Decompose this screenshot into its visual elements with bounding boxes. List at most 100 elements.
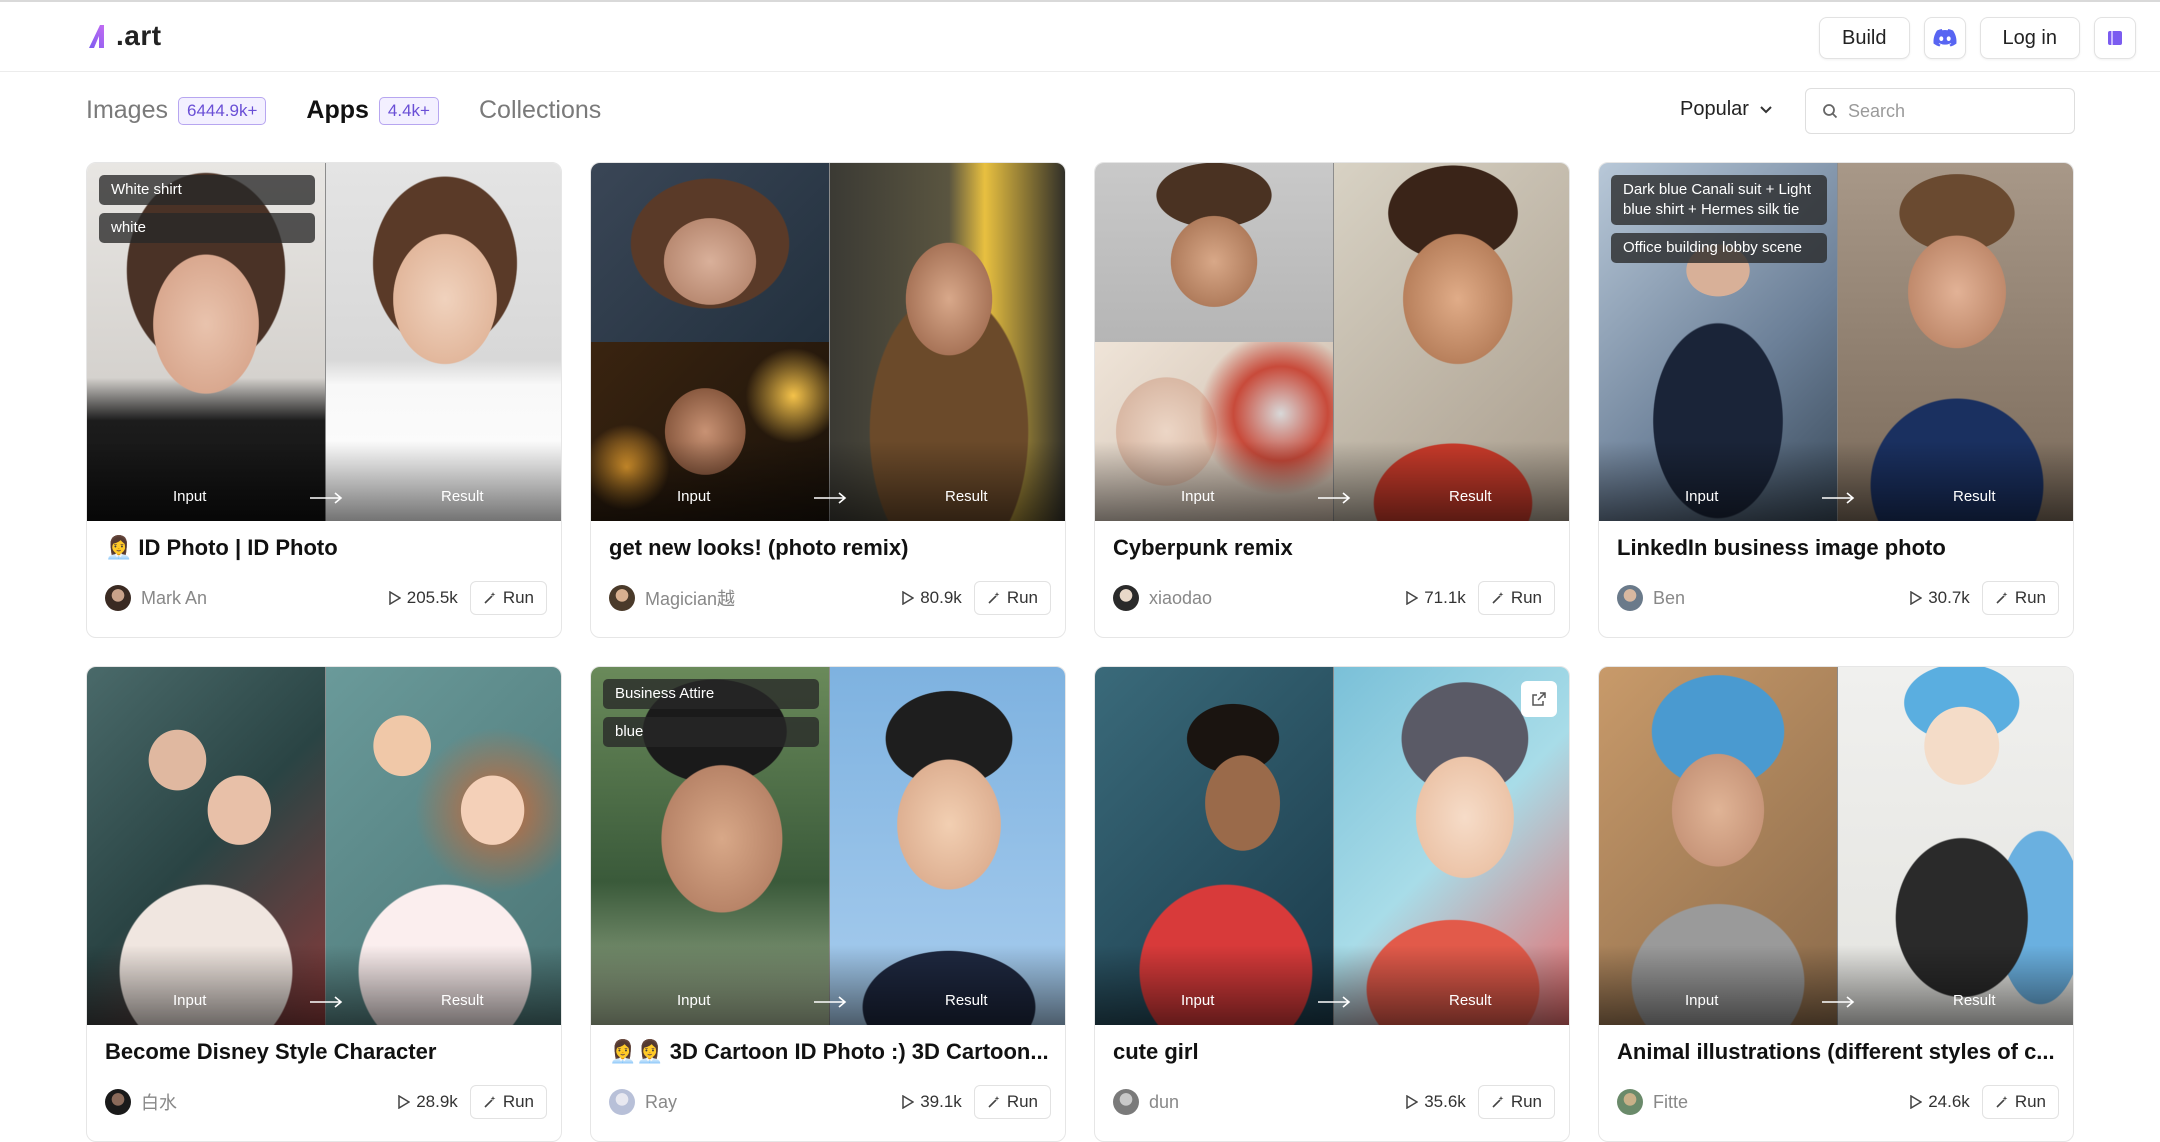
wand-icon [988,1096,1000,1108]
run-button[interactable]: Run [1477,581,1555,615]
open-external-button[interactable] [1521,681,1557,717]
run-button[interactable]: Run [1981,1085,2059,1119]
prompt-tags: Dark blue Canali suit + Light blue shirt… [1611,175,1827,263]
author-name[interactable]: Ben [1653,588,1910,609]
author-name[interactable]: Mark An [141,588,389,609]
arrow-right-icon [1318,492,1351,504]
logo-icon [89,25,104,48]
app-card[interactable]: White shirt white Input Result 👩‍💼 ID Pho… [86,162,562,638]
tab-collections[interactable]: Collections [479,96,601,125]
author-name[interactable]: dun [1149,1092,1406,1113]
discord-icon [1933,29,1957,47]
preview-image: Input Result [1599,667,2073,1025]
input-label: Input [677,992,711,1009]
prompt-tags: Business Attire blue [603,679,819,747]
result-label: Result [945,992,988,1009]
avatar[interactable] [105,1089,131,1115]
preview-image: Input Result [591,163,1065,521]
arrow-right-icon [1822,492,1855,504]
wand-icon [1996,592,2008,604]
search-input[interactable] [1848,100,2048,122]
prompt-tag: Dark blue Canali suit + Light blue shirt… [1611,175,1827,225]
app-card[interactable]: Business Attire blue Input Result 👩‍💼👩‍💼… [590,666,1066,1142]
run-button[interactable]: Run [973,1085,1051,1119]
wand-icon [484,1096,496,1108]
run-button[interactable]: Run [973,581,1051,615]
search-box[interactable] [1805,88,2075,134]
tab-images[interactable]: Images 6444.9k+ [86,96,267,125]
prompt-tags: White shirt white [99,175,315,243]
run-button[interactable]: Run [469,1085,547,1119]
logo[interactable]: .art [86,20,162,52]
play-count: 80.9k [902,588,962,608]
card-title: Animal illustrations (different styles o… [1617,1039,2055,1064]
play-icon [1406,591,1419,605]
result-label: Result [441,488,484,505]
sort-dropdown[interactable]: Popular [1680,98,1773,121]
preview-image: Dark blue Canali suit + Light blue shirt… [1599,163,2073,521]
build-button[interactable]: Build [1819,17,1910,59]
input-label: Input [1181,488,1215,505]
login-button[interactable]: Log in [1979,17,2080,59]
author-name[interactable]: Fitte [1653,1092,1910,1113]
run-button[interactable]: Run [1477,1085,1555,1119]
input-label: Input [1181,992,1215,1009]
play-icon [389,591,401,605]
prompt-tag: Office building lobby scene [1611,233,1827,263]
author-name[interactable]: 白水 [141,1089,398,1115]
avatar[interactable] [1617,585,1643,611]
wand-icon [988,592,1000,604]
docs-button[interactable] [2094,17,2136,59]
wand-icon [1996,1096,2008,1108]
app-card[interactable]: Input Result Cyberpunk remix xiaodao 71.… [1094,162,1570,638]
avatar[interactable] [1113,585,1139,611]
preview-image: Input Result [1095,163,1569,521]
preview-image: Input Result [87,667,561,1025]
input-label: Input [173,992,207,1009]
play-icon [1910,1095,1923,1109]
avatar[interactable] [1617,1089,1643,1115]
preview-image: Input Result [1095,667,1569,1025]
avatar[interactable] [1113,1089,1139,1115]
card-title: 👩‍💼 ID Photo | ID Photo [105,535,338,560]
play-count: 71.1k [1406,588,1466,608]
discord-button[interactable] [1923,17,1966,59]
card-title: Become Disney Style Character [105,1039,437,1064]
app-card[interactable]: Dark blue Canali suit + Light blue shirt… [1598,162,2074,638]
app-card[interactable]: Input Result Animal illustrations (diffe… [1598,666,2074,1142]
avatar[interactable] [105,585,131,611]
play-icon [1910,591,1923,605]
play-icon [398,1095,411,1109]
play-count: 205.5k [389,588,458,608]
author-name[interactable]: Ray [645,1092,902,1113]
result-label: Result [1953,488,1996,505]
avatar[interactable] [609,585,635,611]
top-header: .art Build Log in [0,0,2160,72]
play-icon [902,1095,915,1109]
wand-icon [484,592,496,604]
result-label: Result [1953,992,1996,1009]
avatar[interactable] [609,1089,635,1115]
wand-icon [1492,1096,1504,1108]
logo-text: .art [116,20,162,51]
author-name[interactable]: xiaodao [1149,588,1406,609]
tab-apps[interactable]: Apps 4.4k+ [306,96,439,125]
app-card[interactable]: Input Result cute girl dun 35.6k Run [1094,666,1570,1142]
play-count: 24.6k [1910,1092,1970,1112]
app-card[interactable]: Input Result Become Disney Style Charact… [86,666,562,1142]
prompt-tag: blue [603,717,819,747]
author-name[interactable]: Magician越 [645,585,902,611]
run-button[interactable]: Run [469,581,547,615]
search-icon [1823,104,1838,119]
result-label: Result [945,488,988,505]
tab-label: Images [86,96,168,124]
preview-image: Business Attire blue Input Result [591,667,1065,1025]
prompt-tag: white [99,213,315,243]
run-button[interactable]: Run [1981,581,2059,615]
app-card[interactable]: Input Result get new looks! (photo remix… [590,162,1066,638]
chevron-down-icon [1760,105,1772,113]
result-label: Result [441,992,484,1009]
result-label: Result [1449,488,1492,505]
app-grid: White shirt white Input Result 👩‍💼 ID Pho… [86,162,2076,1142]
play-count: 39.1k [902,1092,962,1112]
